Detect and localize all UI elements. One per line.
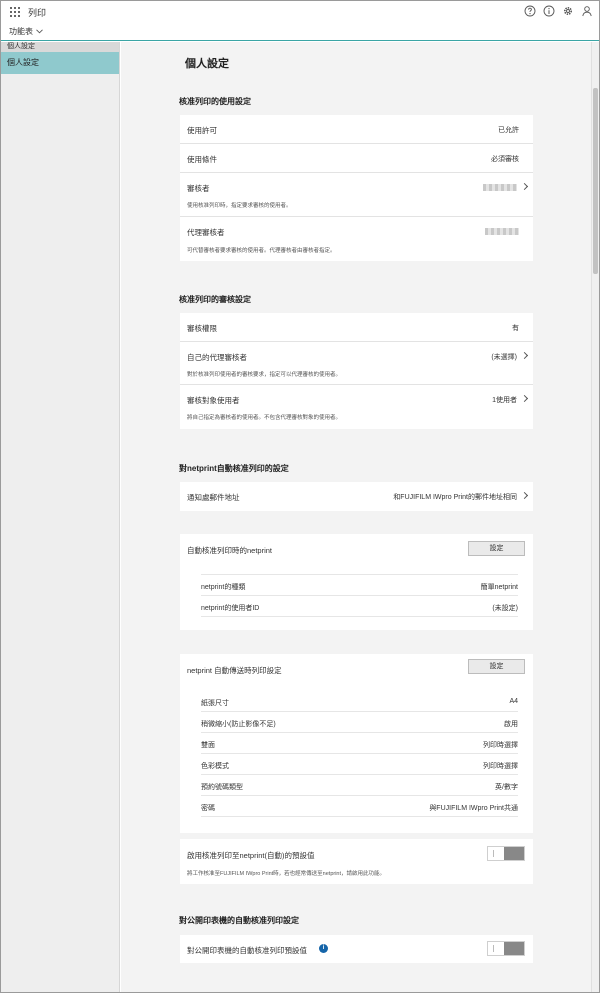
list-item: 雙面 列印時選擇 bbox=[201, 733, 518, 754]
user-icon[interactable] bbox=[581, 5, 593, 17]
enable-default-label: 啟用核准列印至netprint(自動)的預設值 bbox=[187, 851, 315, 860]
shrink-value: 啟用 bbox=[504, 721, 518, 728]
list-item: 密碼 與FUJIFILM IWpro Print共通 bbox=[201, 796, 518, 817]
reservation-type-value: 英/數字 bbox=[495, 784, 518, 791]
list-item: netprint的種類 簡單netprint bbox=[201, 575, 518, 596]
main-content: 個人設定 核准列印的使用設定 使用許可 已允許 使用條件 必須審核 審核者 使用… bbox=[121, 42, 591, 992]
auto-send-list: 紙張尺寸 A4 稍微縮小(防止影像不足) 啟用 雙面 列印時選擇 色彩模式 列印時選擇 … bbox=[201, 691, 518, 817]
card-auto-send: netprint 自動傳送時列印設定 設定 紙張尺寸 A4 稍微縮小(防止影像不足… bbox=[180, 654, 533, 833]
enable-default-description: 將工作核准至FUJIFILM IWpro Print時，若也經常傳送至netpr… bbox=[187, 871, 386, 877]
paper-size-label: 紙張尺寸 bbox=[201, 700, 229, 707]
info-icon[interactable]: i bbox=[319, 944, 328, 953]
list-item: netprint的使用者ID (未設定) bbox=[201, 596, 518, 617]
chevron-right-icon bbox=[520, 394, 529, 403]
help-icon[interactable] bbox=[524, 5, 536, 17]
sidebar-item-personal-settings[interactable]: 個人設定 bbox=[1, 52, 119, 74]
row-target-users[interactable]: 審核對象使用者 1使用者 將自己指定為審核者的使用者。不包含代理審核對象的使用者… bbox=[180, 385, 533, 429]
reservation-type-label: 預約號碼類型 bbox=[201, 784, 243, 791]
auto-send-settings-button[interactable]: 設定 bbox=[468, 659, 525, 674]
target-users-description: 將自己指定為審核者的使用者。不包含代理審核對象的使用者。 bbox=[187, 415, 342, 421]
proxy-approver-label: 代理審核者 bbox=[187, 228, 225, 237]
card-auto-netprint: 自動核准列印時的netprint 設定 netprint的種類 簡單netpri… bbox=[180, 534, 533, 630]
password-value: 與FUJIFILM IWpro Print共通 bbox=[429, 805, 518, 812]
list-item: 色彩模式 列印時選擇 bbox=[201, 754, 518, 775]
own-proxy-value: (未選擇) bbox=[491, 354, 517, 361]
app-window: 列印 功能表 個人設定 個人設定 個人設定 核准列印的使用設定 使用許可 已允許… bbox=[0, 0, 600, 993]
row-own-proxy[interactable]: 自己的代理審核者 (未選擇) 對於核准列印使用者的審核要求，指定可以代理審核的使… bbox=[180, 342, 533, 385]
row-conditions: 使用條件 必須審核 bbox=[180, 144, 533, 173]
netprint-type-label: netprint的種類 bbox=[201, 584, 246, 591]
sidebar-header: 個人設定 bbox=[1, 42, 119, 52]
row-permission: 使用許可 已允許 bbox=[180, 115, 533, 144]
approver-description: 使用核准列印時，指定要求審核的使用者。 bbox=[187, 203, 292, 209]
auto-netprint-label: 自動核准列印時的netprint bbox=[187, 546, 273, 555]
netprint-userid-value: (未設定) bbox=[492, 605, 518, 612]
top-bar: 列印 bbox=[1, 1, 599, 23]
netprint-type-value: 簡單netprint bbox=[480, 584, 518, 591]
chevron-down-icon bbox=[36, 29, 43, 34]
proxy-approver-description: 可代替審核者要求審核的使用者。代理審核者由審核者指定。 bbox=[187, 248, 336, 254]
menu-bar: 功能表 bbox=[1, 23, 599, 41]
apps-grid-icon[interactable] bbox=[10, 7, 20, 17]
duplex-value: 列印時選擇 bbox=[483, 742, 518, 749]
auto-netprint-settings-button[interactable]: 設定 bbox=[468, 541, 525, 556]
page-title: 個人設定 bbox=[185, 58, 229, 70]
menu-dropdown[interactable]: 功能表 bbox=[9, 26, 43, 37]
notify-email-value: 和FUJIFILM IWpro Print的郵件地址相同 bbox=[393, 494, 517, 501]
list-item: 紙張尺寸 A4 bbox=[201, 691, 518, 712]
chevron-right-icon bbox=[520, 351, 529, 360]
color-mode-value: 列印時選擇 bbox=[483, 763, 518, 770]
section-title-approval-usage: 核准列印的使用設定 bbox=[179, 97, 251, 106]
info-icon[interactable] bbox=[543, 5, 555, 17]
card-approval-usage: 使用許可 已允許 使用條件 必須審核 審核者 使用核准列印時，指定要求審核的使用… bbox=[180, 115, 533, 261]
card-approval-review: 審核權限 有 自己的代理審核者 (未選擇) 對於核准列印使用者的審核要求，指定可… bbox=[180, 313, 533, 429]
public-printer-default-toggle[interactable] bbox=[487, 941, 525, 956]
section-title-approval-review: 核准列印的審核設定 bbox=[179, 295, 251, 304]
app-title: 列印 bbox=[28, 7, 47, 18]
list-item: 稍微縮小(防止影像不足) 啟用 bbox=[201, 712, 518, 733]
public-printer-default-label: 對公開印表機的自動核准列印預設值 bbox=[187, 946, 307, 955]
conditions-value: 必須審核 bbox=[491, 156, 519, 163]
card-notify-email[interactable]: 通知處郵件地址 和FUJIFILM IWpro Print的郵件地址相同 bbox=[180, 482, 533, 511]
notify-email-label: 通知處郵件地址 bbox=[187, 493, 240, 502]
vertical-scrollbar[interactable] bbox=[591, 42, 599, 992]
menu-label: 功能表 bbox=[9, 27, 33, 36]
row-authority: 審核權限 有 bbox=[180, 313, 533, 342]
conditions-label: 使用條件 bbox=[187, 155, 217, 164]
target-users-value: 1使用者 bbox=[492, 397, 517, 404]
own-proxy-description: 對於核准列印使用者的審核要求，指定可以代理審核的使用者。 bbox=[187, 372, 342, 378]
enable-default-toggle[interactable] bbox=[487, 846, 525, 861]
auto-netprint-list: netprint的種類 簡單netprint netprint的使用者ID (未… bbox=[201, 574, 518, 617]
paper-size-value: A4 bbox=[509, 698, 518, 705]
permission-label: 使用許可 bbox=[187, 126, 217, 135]
authority-value: 有 bbox=[512, 325, 519, 332]
list-item: 預約號碼類型 英/數字 bbox=[201, 775, 518, 796]
netprint-userid-label: netprint的使用者ID bbox=[201, 605, 260, 612]
sidebar: 個人設定 個人設定 bbox=[1, 42, 120, 992]
own-proxy-label: 自己的代理審核者 bbox=[187, 353, 247, 362]
chevron-right-icon bbox=[520, 182, 529, 191]
proxy-approver-value-redacted bbox=[485, 228, 519, 235]
duplex-label: 雙面 bbox=[201, 742, 215, 749]
shrink-label: 稍微縮小(防止影像不足) bbox=[201, 721, 276, 728]
chevron-right-icon bbox=[520, 491, 529, 500]
target-users-label: 審核對象使用者 bbox=[187, 396, 240, 405]
section-title-public-printer: 對公開印表機的自動核准列印設定 bbox=[179, 916, 299, 925]
approver-value-redacted bbox=[483, 184, 517, 191]
gear-icon[interactable] bbox=[562, 5, 574, 17]
card-enable-default: 啟用核准列印至netprint(自動)的預設值 將工作核准至FUJIFILM I… bbox=[180, 839, 533, 884]
approver-label: 審核者 bbox=[187, 184, 210, 193]
permission-value: 已允許 bbox=[498, 127, 519, 134]
section-title-netprint-auto: 對netprint自動核准列印的設定 bbox=[179, 464, 289, 473]
row-approver[interactable]: 審核者 使用核准列印時，指定要求審核的使用者。 bbox=[180, 173, 533, 217]
color-mode-label: 色彩模式 bbox=[201, 763, 229, 770]
password-label: 密碼 bbox=[201, 805, 215, 812]
top-icon-group bbox=[524, 5, 593, 17]
row-proxy-approver: 代理審核者 可代替審核者要求審核的使用者。代理審核者由審核者指定。 bbox=[180, 217, 533, 261]
authority-label: 審核權限 bbox=[187, 324, 217, 333]
row-notify-email[interactable]: 通知處郵件地址 和FUJIFILM IWpro Print的郵件地址相同 bbox=[180, 482, 533, 511]
auto-send-label: netprint 自動傳送時列印設定 bbox=[187, 666, 282, 675]
scrollbar-thumb[interactable] bbox=[593, 88, 598, 274]
card-public-printer: 對公開印表機的自動核准列印預設值 i bbox=[180, 935, 533, 963]
